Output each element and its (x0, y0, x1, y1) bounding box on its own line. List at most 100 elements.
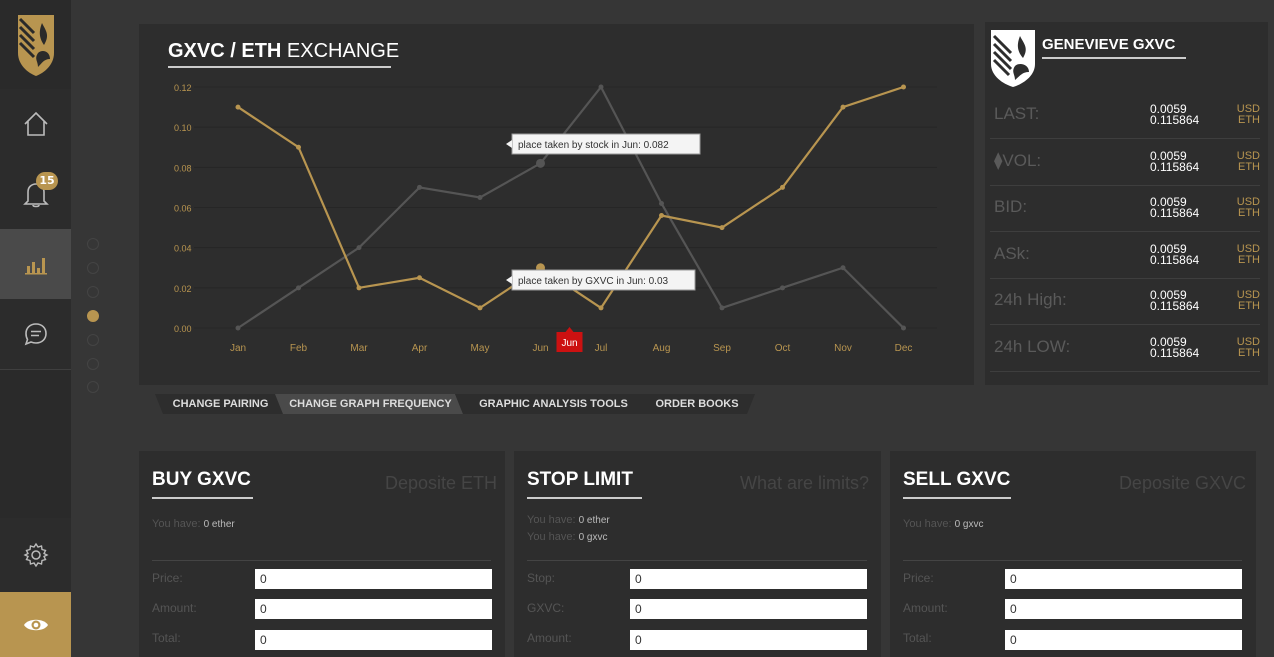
pager-dot-3[interactable] (87, 286, 99, 298)
deposit-eth-link[interactable]: Deposite ETH (385, 473, 497, 494)
pager-dot-4[interactable] (87, 310, 99, 322)
stop-balance-ether-value: 0 ether (578, 515, 610, 526)
buy-price-input[interactable] (255, 569, 492, 589)
sell-amount-input[interactable] (1005, 599, 1242, 619)
tab-change-pairing[interactable]: CHANGE PAIRING (163, 394, 278, 414)
data-point-stock (659, 200, 664, 206)
stat-units: USD ETH (1236, 335, 1260, 359)
data-point-stock (296, 285, 301, 291)
pager-dot-5[interactable] (87, 334, 99, 346)
stop-price-input[interactable] (630, 569, 867, 589)
stat-eth-value: 0.115864 (1150, 299, 1200, 313)
view-toggle-button[interactable] (0, 592, 71, 657)
nav-home[interactable] (0, 89, 71, 160)
stat-unit-eth: ETH (1238, 160, 1260, 173)
stat-label: ⧫VOL: (994, 150, 1042, 170)
nav-settings[interactable] (0, 518, 71, 592)
buy-amount-label: Amount: (152, 601, 197, 615)
stop-limit-panel: STOP LIMIT What are limits? You have: 0 … (514, 451, 881, 657)
data-point-stock (840, 265, 846, 271)
tab-graphic-analysis-tools[interactable]: GRAPHIC ANALYSIS TOOLS (466, 394, 641, 414)
buy-title-underline (152, 497, 253, 499)
stat-units: USD ETH (1237, 197, 1260, 219)
data-point-gxvc (780, 184, 785, 190)
data-point-stock (536, 158, 545, 168)
sell-balance-label: You have: (903, 518, 952, 530)
y-tick-label: 0.08 (174, 163, 192, 173)
stat-values: 0.0059 0.115864 (1150, 336, 1200, 360)
stat-units: USD ETH (1237, 150, 1260, 173)
stat-label: 24h High: (994, 290, 1067, 309)
stat-unit-eth: ETH (1238, 207, 1260, 219)
stop-limit-title-underline (527, 497, 642, 499)
sell-balance-value: 0 gxvc (954, 519, 984, 530)
stop-balance-ether-label: You have: (527, 514, 576, 526)
stat-eth-value: 0.115864 (1150, 113, 1200, 127)
pager-dot-7[interactable] (87, 381, 99, 393)
y-tick-label: 0.10 (174, 123, 192, 133)
stop-gxvc-label: GXVC: (527, 601, 565, 615)
stop-balance-gxvc-value: 0 gxvc (578, 532, 608, 543)
stat-label: 24h LOW: (994, 336, 1071, 356)
y-tick-label: 0.00 (174, 324, 192, 334)
stop-balance-gxvc: You have: 0 gxvc (527, 531, 608, 543)
x-tick-label: Nov (834, 343, 852, 354)
data-point-gxvc (840, 104, 846, 110)
stop-gxvc-input[interactable] (630, 599, 867, 619)
stat-label: LAST: (994, 104, 1040, 123)
stop-amount-input[interactable] (630, 630, 867, 650)
stat-row: ⧫VOL: 0.0059 0.115864 USD ETH (990, 139, 1260, 186)
stat-eth-value: 0.115864 (1150, 159, 1200, 174)
tooltip-stock-pointer (506, 140, 512, 148)
nav-notifications[interactable] (0, 159, 71, 230)
stat-unit-eth: ETH (1238, 114, 1260, 126)
stat-eth-value: 0.115864 (1150, 252, 1200, 267)
stop-separator (527, 560, 867, 561)
x-tick-label: Feb (290, 343, 308, 354)
x-tick-label: Jul (595, 343, 608, 354)
nav-chat[interactable] (0, 299, 71, 370)
data-point-gxvc (719, 225, 725, 231)
data-point-stock (477, 194, 483, 200)
nav-charts[interactable] (0, 229, 71, 300)
stats-title: GENEVIEVE GXVC (1042, 36, 1176, 53)
data-point-stock (235, 325, 241, 331)
stat-values: 0.0059 0.115864 (1150, 289, 1200, 313)
pager-dot-6[interactable] (87, 358, 99, 370)
sell-total-label: Total: (903, 631, 932, 645)
x-tick-label: Aug (653, 343, 671, 354)
data-point-stock (901, 325, 906, 331)
tab-change-graph-frequency[interactable]: CHANGE GRAPH FREQUENCY (283, 394, 458, 414)
data-point-gxvc (477, 305, 483, 311)
buy-total-input[interactable] (255, 630, 492, 650)
sell-total-input[interactable] (1005, 630, 1242, 650)
x-tick-label: Dec (895, 343, 913, 354)
stop-price-label: Stop: (527, 571, 556, 585)
logo[interactable] (0, 0, 71, 90)
pager-dot-2[interactable] (87, 262, 99, 274)
tab-order-books[interactable]: ORDER BOOKS (641, 394, 753, 414)
stop-amount-label: Amount: (527, 631, 572, 645)
x-tick-label: Sep (713, 343, 731, 354)
stat-unit-eth: ETH (1238, 346, 1260, 359)
sell-title-underline (903, 497, 1011, 499)
buy-amount-input[interactable] (255, 599, 492, 619)
stat-row: 24h High: 0.0059 0.115864 USD ETH (990, 278, 1260, 325)
buy-balance-value: 0 ether (203, 519, 235, 530)
exchange-line-chart[interactable]: 0.12 0.10 0.08 0.06 0.04 0.02 0.00 Jan Feb Mar Apr… (139, 24, 974, 385)
tooltip-gxvc-pointer (506, 276, 512, 284)
genevieve-logo-icon (17, 14, 54, 76)
stat-row: 24h LOW: 0.0059 0.115864 USD ETH (990, 325, 1260, 372)
sidebar (0, 0, 71, 657)
sell-price-input[interactable] (1005, 569, 1242, 589)
stat-eth-value: 0.115864 (1150, 345, 1200, 360)
sell-balance: You have: 0 gxvc (903, 518, 984, 530)
stat-unit-usd: USD (1236, 335, 1260, 348)
what-are-limits-link[interactable]: What are limits? (740, 473, 869, 494)
sell-panel: SELL GXVC Deposite GXVC You have: 0 gxvc… (890, 451, 1256, 657)
deposit-gxvc-link[interactable]: Deposite GXVC (1119, 473, 1246, 494)
pager-dot-1[interactable] (87, 238, 99, 250)
data-point-gxvc (598, 305, 604, 311)
stat-eth-value: 0.115864 (1150, 206, 1200, 220)
stat-unit-eth: ETH (1238, 300, 1260, 312)
